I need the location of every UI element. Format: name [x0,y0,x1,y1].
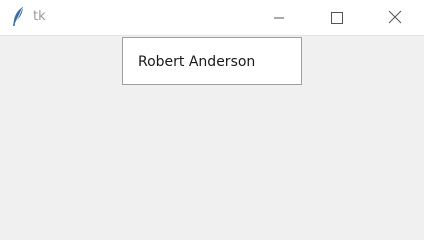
maximize-button[interactable] [314,0,360,36]
content-area: Robert Anderson [0,36,424,229]
minimize-icon [273,9,285,28]
name-entry-value: Robert Anderson [138,54,256,70]
title-bar[interactable]: tk [0,0,424,36]
feather-icon [10,6,26,28]
app-window: tk Robert Anderson [0,0,424,229]
window-title: tk [33,9,46,24]
close-icon [388,9,402,28]
minimize-button[interactable] [256,0,302,36]
close-button[interactable] [372,0,418,36]
name-entry[interactable]: Robert Anderson [122,37,302,85]
maximize-icon [331,9,343,28]
